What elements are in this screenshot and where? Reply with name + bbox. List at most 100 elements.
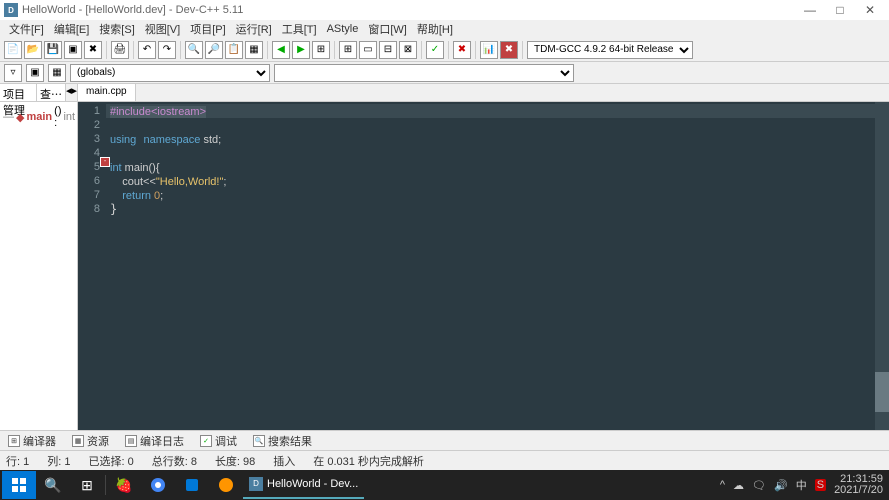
- fold-marker[interactable]: -: [100, 157, 110, 167]
- toolbar-sep: [180, 41, 181, 59]
- tray-expand-icon[interactable]: ^: [720, 479, 725, 491]
- tray-sogou-icon[interactable]: S: [815, 479, 826, 491]
- tray-chat-icon[interactable]: 🗨: [752, 479, 766, 492]
- compiler-select[interactable]: TDM-GCC 4.9.2 64-bit Release: [527, 41, 693, 59]
- menu-tools[interactable]: 工具[T]: [277, 21, 322, 37]
- save-button[interactable]: 💾: [44, 41, 62, 59]
- sidebar-tabs: 项目管理 查⋯ ◂▸: [0, 84, 77, 102]
- tray-cloud-icon[interactable]: ☁: [733, 479, 744, 492]
- editor-panel: main.cpp 1 2 3 4 5 6 7 8 - #include<iost…: [78, 84, 889, 430]
- toolbar-sep: [133, 41, 134, 59]
- resources-icon: ▦: [72, 435, 84, 447]
- editor-tabs: main.cpp: [78, 84, 889, 102]
- editor-tab-main[interactable]: main.cpp: [78, 84, 136, 101]
- delete-profile-button[interactable]: ✖: [500, 41, 518, 59]
- code-editor[interactable]: 1 2 3 4 5 6 7 8 - #include<iostream> usi…: [78, 102, 889, 430]
- member-select[interactable]: [274, 64, 574, 82]
- nav-fwd-button[interactable]: ▶: [292, 41, 310, 59]
- menu-astyle[interactable]: AStyle: [322, 23, 364, 35]
- nav-back-button[interactable]: ◀: [272, 41, 290, 59]
- app-icon: D: [4, 3, 18, 17]
- debug-button[interactable]: ✓: [426, 41, 444, 59]
- window-title: HelloWorld - [HelloWorld.dev] - Dev-C++ …: [22, 4, 795, 16]
- toolbar-sep: [106, 41, 107, 59]
- editor-vscrollbar[interactable]: [875, 102, 889, 430]
- open-button[interactable]: 📂: [24, 41, 42, 59]
- menu-window[interactable]: 窗口[W]: [363, 21, 412, 37]
- class-browser: — ◆ main() : int: [0, 102, 77, 430]
- close-file-button[interactable]: ✖: [84, 41, 102, 59]
- insert-button[interactable]: ▿: [4, 64, 22, 82]
- profile-button[interactable]: 📊: [480, 41, 498, 59]
- saveall-button[interactable]: ▣: [64, 41, 82, 59]
- toolbar-sep: [475, 41, 476, 59]
- bottom-tab-compiler[interactable]: ⊞编译器: [4, 433, 60, 449]
- bookmark-button[interactable]: ▣: [26, 64, 44, 82]
- goto-bookmark-button[interactable]: ▦: [48, 64, 66, 82]
- app-chrome-icon[interactable]: [141, 471, 175, 499]
- code-area[interactable]: - #include<iostream> using namespace std…: [106, 102, 875, 430]
- app-aplayer-icon[interactable]: 🍓: [107, 471, 141, 499]
- minimize-button[interactable]: —: [795, 3, 825, 17]
- bottom-tab-debug[interactable]: ✓调试: [196, 433, 241, 449]
- line-gutter: 1 2 3 4 5 6 7 8: [78, 102, 106, 430]
- compiler-icon: ⊞: [8, 435, 20, 447]
- app-firefox-icon[interactable]: [209, 471, 243, 499]
- search-task-button[interactable]: 🔍: [36, 471, 70, 499]
- taskbar-app-devcpp[interactable]: D HelloWorld - Dev...: [243, 471, 364, 499]
- start-button[interactable]: [2, 471, 36, 499]
- redo-button[interactable]: ↷: [158, 41, 176, 59]
- sidebar-tab-project[interactable]: 项目管理: [0, 84, 37, 101]
- statusbar: 行: 1 列: 1 已选择: 0 总行数: 8 长度: 98 插入 在 0.03…: [0, 450, 889, 470]
- bottom-tab-search[interactable]: 🔍搜索结果: [249, 433, 316, 449]
- project-sidebar: 项目管理 查⋯ ◂▸ — ◆ main() : int: [0, 84, 78, 430]
- goto-button[interactable]: ⊞: [312, 41, 330, 59]
- compile-button[interactable]: ⊞: [339, 41, 357, 59]
- system-tray: ^ ☁ 🗨 🔊 中 S 21:31:59 2021/7/20: [720, 474, 887, 496]
- menu-run[interactable]: 运行[R]: [231, 21, 277, 37]
- app-edge-icon[interactable]: [175, 471, 209, 499]
- tray-ime-icon[interactable]: 中: [796, 477, 807, 493]
- bottom-tab-resources[interactable]: ▦资源: [68, 433, 113, 449]
- next-button[interactable]: ▦: [245, 41, 263, 59]
- tree-item-main[interactable]: — ◆ main() : int: [2, 104, 75, 130]
- maximize-button[interactable]: □: [825, 3, 855, 17]
- replace-button[interactable]: 🔎: [205, 41, 223, 59]
- main-area: 项目管理 查⋯ ◂▸ — ◆ main() : int main.cpp 1 2…: [0, 84, 889, 430]
- menu-help[interactable]: 帮助[H]: [412, 21, 458, 37]
- tray-clock[interactable]: 21:31:59 2021/7/20: [834, 474, 883, 496]
- menu-view[interactable]: 视图[V]: [140, 21, 185, 37]
- stop-button[interactable]: ✖: [453, 41, 471, 59]
- status-col: 列: 1: [47, 453, 70, 469]
- menu-project[interactable]: 项目[P]: [185, 21, 230, 37]
- sidebar-tab-overflow[interactable]: ◂▸: [66, 84, 77, 101]
- status-len: 长度: 98: [215, 453, 255, 469]
- scope-select[interactable]: (globals): [70, 64, 270, 82]
- menu-search[interactable]: 搜索[S]: [94, 21, 139, 37]
- new-file-button[interactable]: 📄: [4, 41, 22, 59]
- status-mode: 插入: [273, 453, 295, 469]
- toolbar-sep: [448, 41, 449, 59]
- toolbar-sep: [421, 41, 422, 59]
- run-button[interactable]: ▭: [359, 41, 377, 59]
- menu-edit[interactable]: 编辑[E]: [49, 21, 94, 37]
- toolbar-sep: [267, 41, 268, 59]
- bottom-tab-compilelog[interactable]: ▤编译日志: [121, 433, 188, 449]
- menu-file[interactable]: 文件[F]: [4, 21, 49, 37]
- undo-button[interactable]: ↶: [138, 41, 156, 59]
- find-in-files-button[interactable]: 📋: [225, 41, 243, 59]
- bottom-tabs: ⊞编译器 ▦资源 ▤编译日志 ✓调试 🔍搜索结果: [0, 430, 889, 450]
- find-button[interactable]: 🔍: [185, 41, 203, 59]
- print-button[interactable]: 🖨: [111, 41, 129, 59]
- close-button[interactable]: ✕: [855, 3, 885, 17]
- tray-volume-icon[interactable]: 🔊: [774, 479, 788, 492]
- status-total: 总行数: 8: [152, 453, 197, 469]
- toolbar-sep: [334, 41, 335, 59]
- debug-icon: ✓: [200, 435, 212, 447]
- status-sel: 已选择: 0: [88, 453, 133, 469]
- compile-run-button[interactable]: ⊟: [379, 41, 397, 59]
- sidebar-tab-classes[interactable]: 查⋯: [37, 84, 66, 101]
- status-line: 行: 1: [6, 453, 29, 469]
- rebuild-button[interactable]: ⊠: [399, 41, 417, 59]
- taskview-button[interactable]: ⊞: [70, 471, 104, 499]
